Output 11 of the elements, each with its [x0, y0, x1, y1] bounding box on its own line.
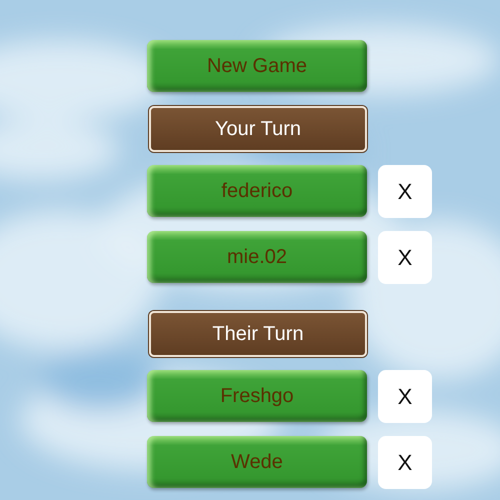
game-button[interactable]: Wede — [147, 436, 367, 488]
remove-button[interactable]: X — [378, 231, 432, 284]
new-game-button[interactable]: New Game — [147, 40, 367, 92]
section-header: Your Turn — [149, 106, 367, 152]
remove-button[interactable]: X — [378, 436, 432, 489]
remove-button[interactable]: X — [378, 370, 432, 423]
section-header: Their Turn — [149, 311, 367, 357]
game-button[interactable]: federico — [147, 165, 367, 217]
remove-button[interactable]: X — [378, 165, 432, 218]
game-button[interactable]: mie.02 — [147, 231, 367, 283]
game-button[interactable]: Freshgo — [147, 370, 367, 422]
